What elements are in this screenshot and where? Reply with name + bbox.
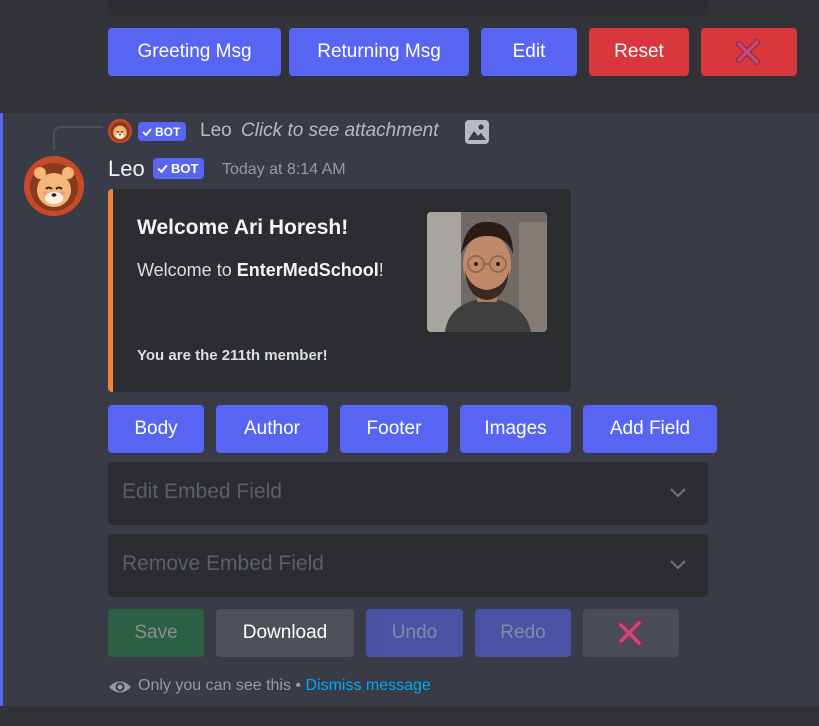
undo-button[interactable]: Undo <box>366 609 463 657</box>
remove-embed-field-select[interactable]: Remove Embed Field <box>108 534 708 597</box>
cross-mark-icon <box>736 39 760 65</box>
close-button-top[interactable] <box>701 28 797 76</box>
images-button[interactable]: Images <box>460 405 571 453</box>
avatar[interactable] <box>24 156 84 216</box>
bottom-strip <box>0 706 819 726</box>
embed-thumbnail[interactable] <box>427 212 547 332</box>
cross-mark-icon <box>618 620 642 646</box>
embed-description: Welcome to EnterMedSchool! <box>137 260 384 281</box>
dismiss-message-link[interactable]: Dismiss message <box>305 677 430 694</box>
embed-desc-suffix: ! <box>378 260 384 280</box>
select-placeholder: Edit Embed Field <box>122 480 282 503</box>
lion-avatar-icon <box>24 156 84 216</box>
user-photo <box>427 212 547 332</box>
close-button-bottom[interactable] <box>583 609 679 657</box>
bot-tag-label: BOT <box>171 161 199 176</box>
image-icon <box>465 120 489 144</box>
message-bot-tag: BOT <box>153 158 205 179</box>
add-field-button[interactable]: Add Field <box>583 405 717 453</box>
chevron-down-icon <box>670 488 686 498</box>
message-accent-bar <box>0 113 3 706</box>
ephemeral-text: Only you can see this <box>138 677 291 694</box>
ephemeral-notice: Only you can see this • Dismiss message <box>138 677 431 695</box>
body-button[interactable]: Body <box>108 405 204 453</box>
edit-embed-field-select[interactable]: Edit Embed Field <box>108 462 708 525</box>
reply-preview-text[interactable]: Click to see attachment <box>241 120 438 142</box>
edit-button[interactable]: Edit <box>481 28 577 76</box>
embed-member-count: You are the 211th member! <box>137 347 328 364</box>
checkmark-icon <box>157 164 168 174</box>
save-button[interactable]: Save <box>108 609 204 657</box>
reply-bot-tag: BOT <box>138 122 187 141</box>
previous-embed-bottom <box>108 0 708 16</box>
message-timestamp[interactable]: Today at 8:14 AM <box>222 161 346 179</box>
download-button[interactable]: Download <box>216 609 354 657</box>
reset-button[interactable]: Reset <box>589 28 689 76</box>
redo-button[interactable]: Redo <box>475 609 571 657</box>
reply-username[interactable]: Leo <box>200 120 232 142</box>
reply-spine <box>53 126 103 150</box>
reply-avatar[interactable] <box>108 119 132 143</box>
checkmark-icon <box>142 127 152 136</box>
select-placeholder: Remove Embed Field <box>122 552 324 575</box>
lion-avatar-icon <box>108 119 132 143</box>
bot-tag-label: BOT <box>155 124 181 139</box>
greeting-msg-button[interactable]: Greeting Msg <box>108 28 281 76</box>
eye-icon <box>109 681 131 693</box>
chevron-down-icon <box>670 560 686 570</box>
ephemeral-separator: • <box>290 677 306 694</box>
embed-desc-prefix: Welcome to <box>137 260 237 280</box>
footer-button[interactable]: Footer <box>340 405 448 453</box>
message-username[interactable]: Leo <box>108 156 145 182</box>
author-button[interactable]: Author <box>216 405 328 453</box>
embed-desc-bold: EnterMedSchool <box>236 260 379 280</box>
welcome-embed: Welcome Ari Horesh! Welcome to EnterMedS… <box>108 189 571 392</box>
returning-msg-button[interactable]: Returning Msg <box>289 28 469 76</box>
embed-title: Welcome Ari Horesh! <box>137 216 349 239</box>
